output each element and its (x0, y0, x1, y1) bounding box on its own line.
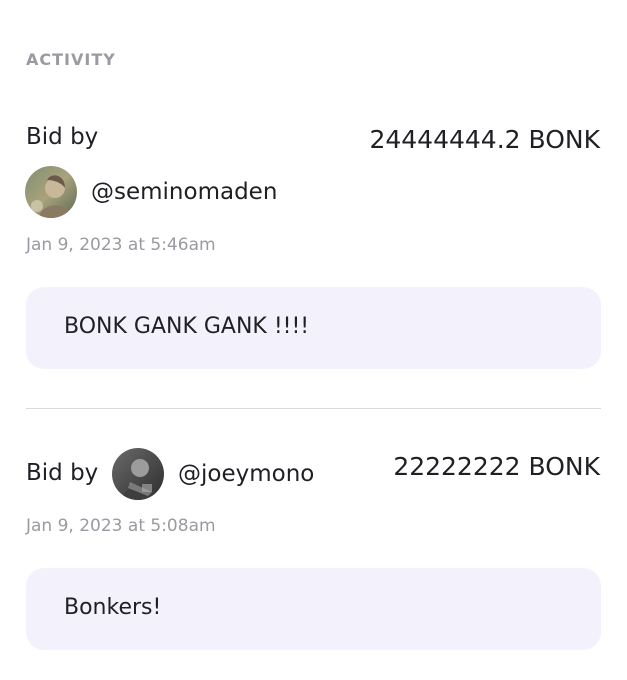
bid-timestamp: Jan 9, 2023 at 5:46am (26, 235, 216, 255)
user-avatar[interactable] (25, 166, 77, 218)
activity-title: ACTIVITY (26, 50, 116, 69)
bid-timestamp: Jan 9, 2023 at 5:08am (26, 516, 216, 536)
user-handle-link[interactable]: @joeymono (178, 461, 314, 487)
bid-by-label: Bid by (26, 460, 99, 486)
bid-message-text: BONK GANK GANK !!!! (64, 314, 310, 339)
bid-message-box: BONK GANK GANK !!!! (26, 287, 601, 369)
bid-message-text: Bonkers! (64, 595, 162, 620)
avatar-photo-icon (112, 448, 164, 500)
avatar-photo-icon (25, 166, 77, 218)
bid-amount: 22222222 BONK (393, 452, 600, 481)
bid-by-label: Bid by (26, 124, 99, 150)
user-avatar[interactable] (112, 448, 164, 500)
user-handle-link[interactable]: @seminomaden (91, 179, 277, 205)
bid-amount: 24444444.2 BONK (369, 125, 600, 154)
divider (26, 408, 601, 409)
bid-message-box: Bonkers! (26, 568, 601, 650)
